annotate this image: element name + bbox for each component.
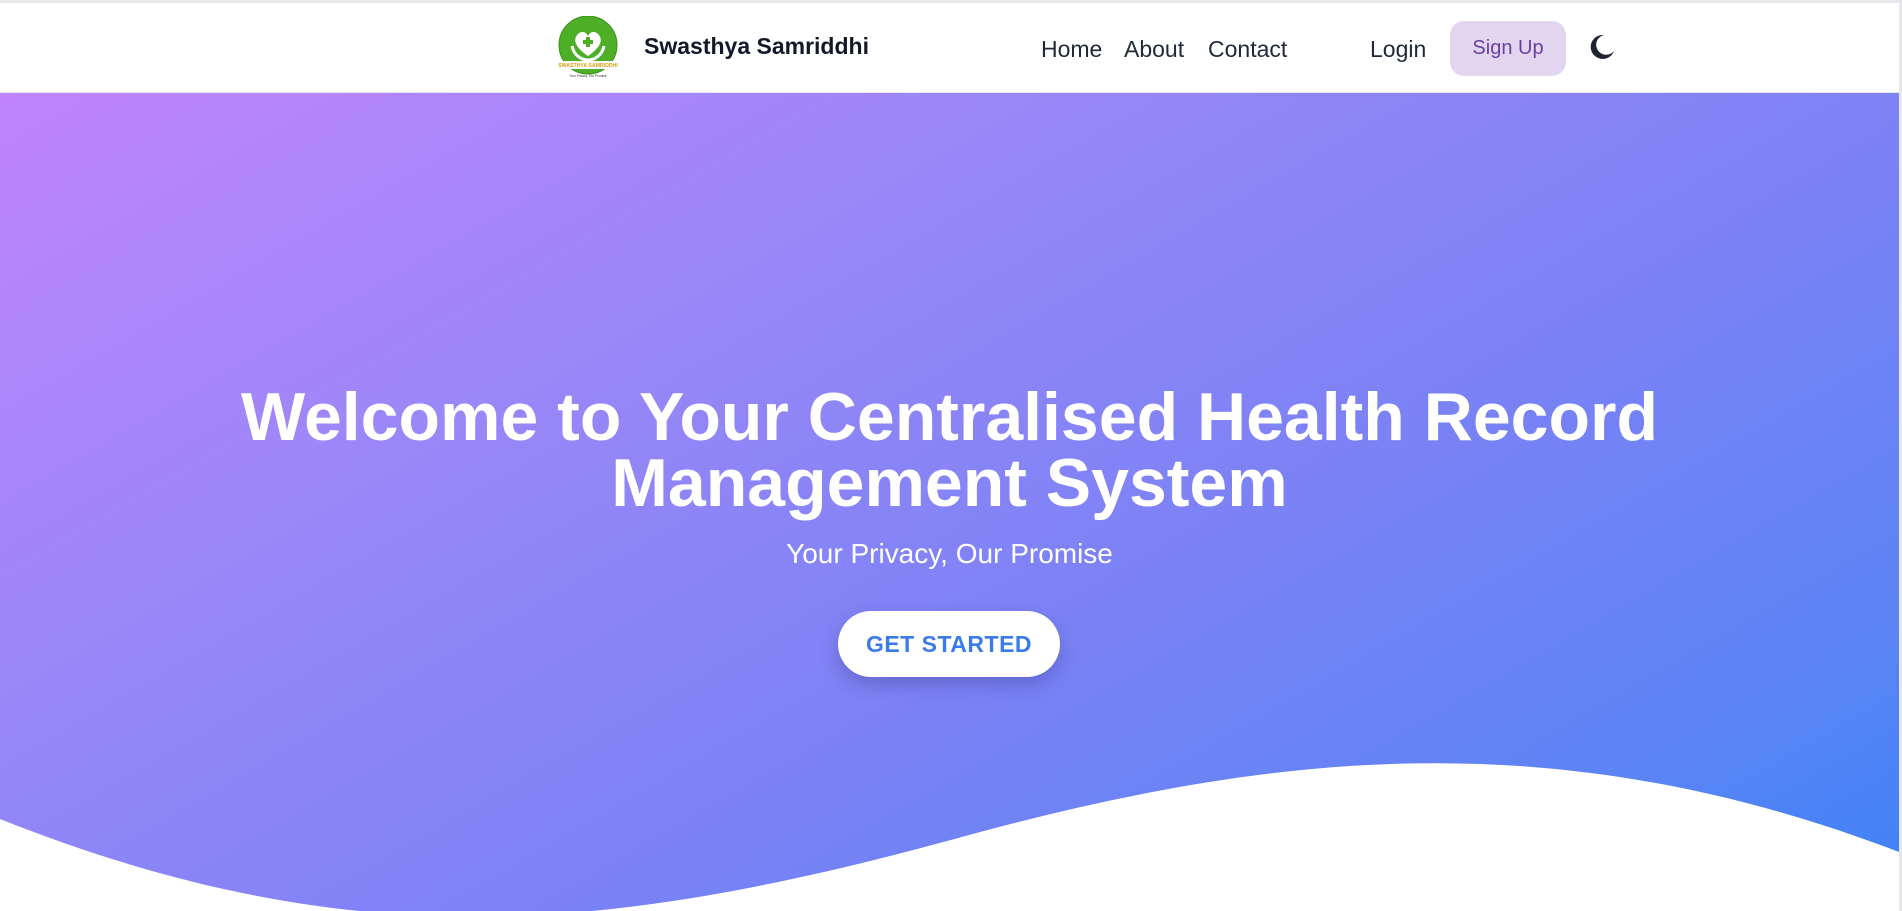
hero-section: Welcome to Your Centralised Health Recor… bbox=[0, 92, 1899, 911]
navbar: SWASTHYA SAMRIDDHI Your Privacy, Our Pro… bbox=[0, 3, 1899, 93]
nav-about-link[interactable]: About bbox=[1124, 36, 1184, 63]
nav-contact-link[interactable]: Contact bbox=[1208, 36, 1287, 63]
nav-home-link[interactable]: Home bbox=[1041, 36, 1102, 63]
brand-name[interactable]: Swasthya Samriddhi bbox=[644, 33, 869, 60]
logo-tagline: Your Privacy, Our Promise bbox=[569, 74, 606, 78]
login-link[interactable]: Login bbox=[1370, 36, 1426, 63]
hero-subtitle: Your Privacy, Our Promise bbox=[786, 538, 1113, 569]
moon-icon bbox=[1590, 34, 1614, 59]
signup-button-label: Sign Up bbox=[1472, 37, 1544, 59]
logo-text: SWASTHYA SAMRIDDHI bbox=[558, 63, 618, 69]
hero-title-line2: Management System bbox=[611, 445, 1288, 521]
heart-hands-icon: SWASTHYA SAMRIDDHI Your Privacy, Our Pro… bbox=[558, 16, 618, 78]
get-started-button-label: GET STARTED bbox=[865, 630, 1033, 657]
signup-button[interactable]: Sign Up bbox=[1450, 21, 1566, 76]
get-started-button[interactable]: GET STARTED bbox=[838, 611, 1060, 677]
page: SWASTHYA SAMRIDDHI Your Privacy, Our Pro… bbox=[0, 0, 1902, 911]
hero-title: Welcome to Your Centralised Health Recor… bbox=[0, 383, 1899, 517]
hero-title-line1: Welcome to Your Centralised Health Recor… bbox=[240, 379, 1658, 455]
theme-toggle-button[interactable] bbox=[1587, 32, 1617, 62]
logo[interactable]: SWASTHYA SAMRIDDHI Your Privacy, Our Pro… bbox=[556, 16, 620, 80]
